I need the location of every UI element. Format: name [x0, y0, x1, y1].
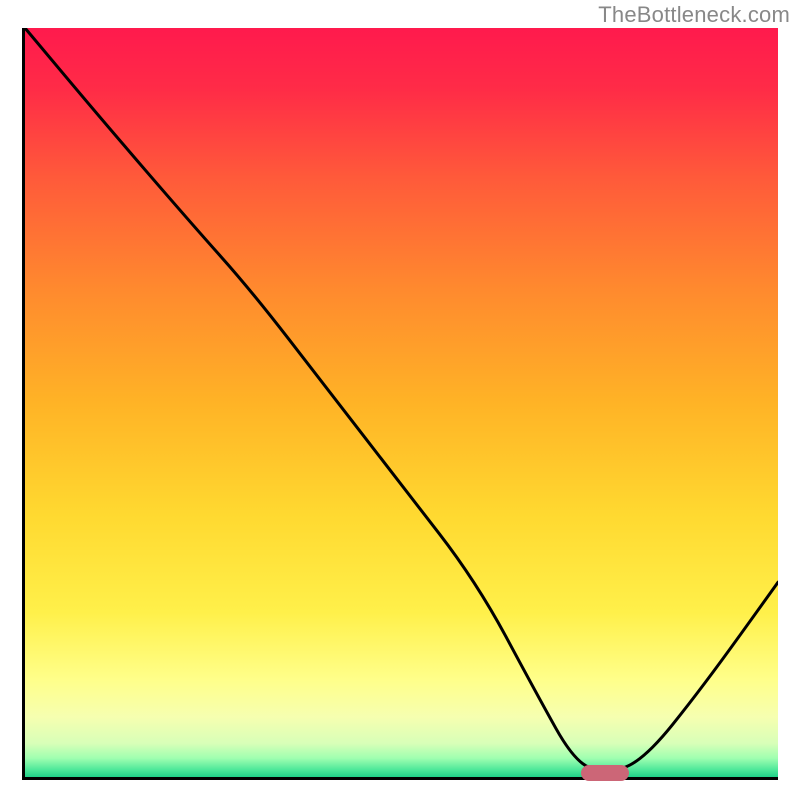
bottleneck-curve — [25, 28, 778, 777]
optimal-marker — [581, 765, 629, 781]
watermark-text: TheBottleneck.com — [598, 2, 790, 28]
curve-path — [25, 28, 778, 770]
plot-area — [22, 28, 778, 780]
